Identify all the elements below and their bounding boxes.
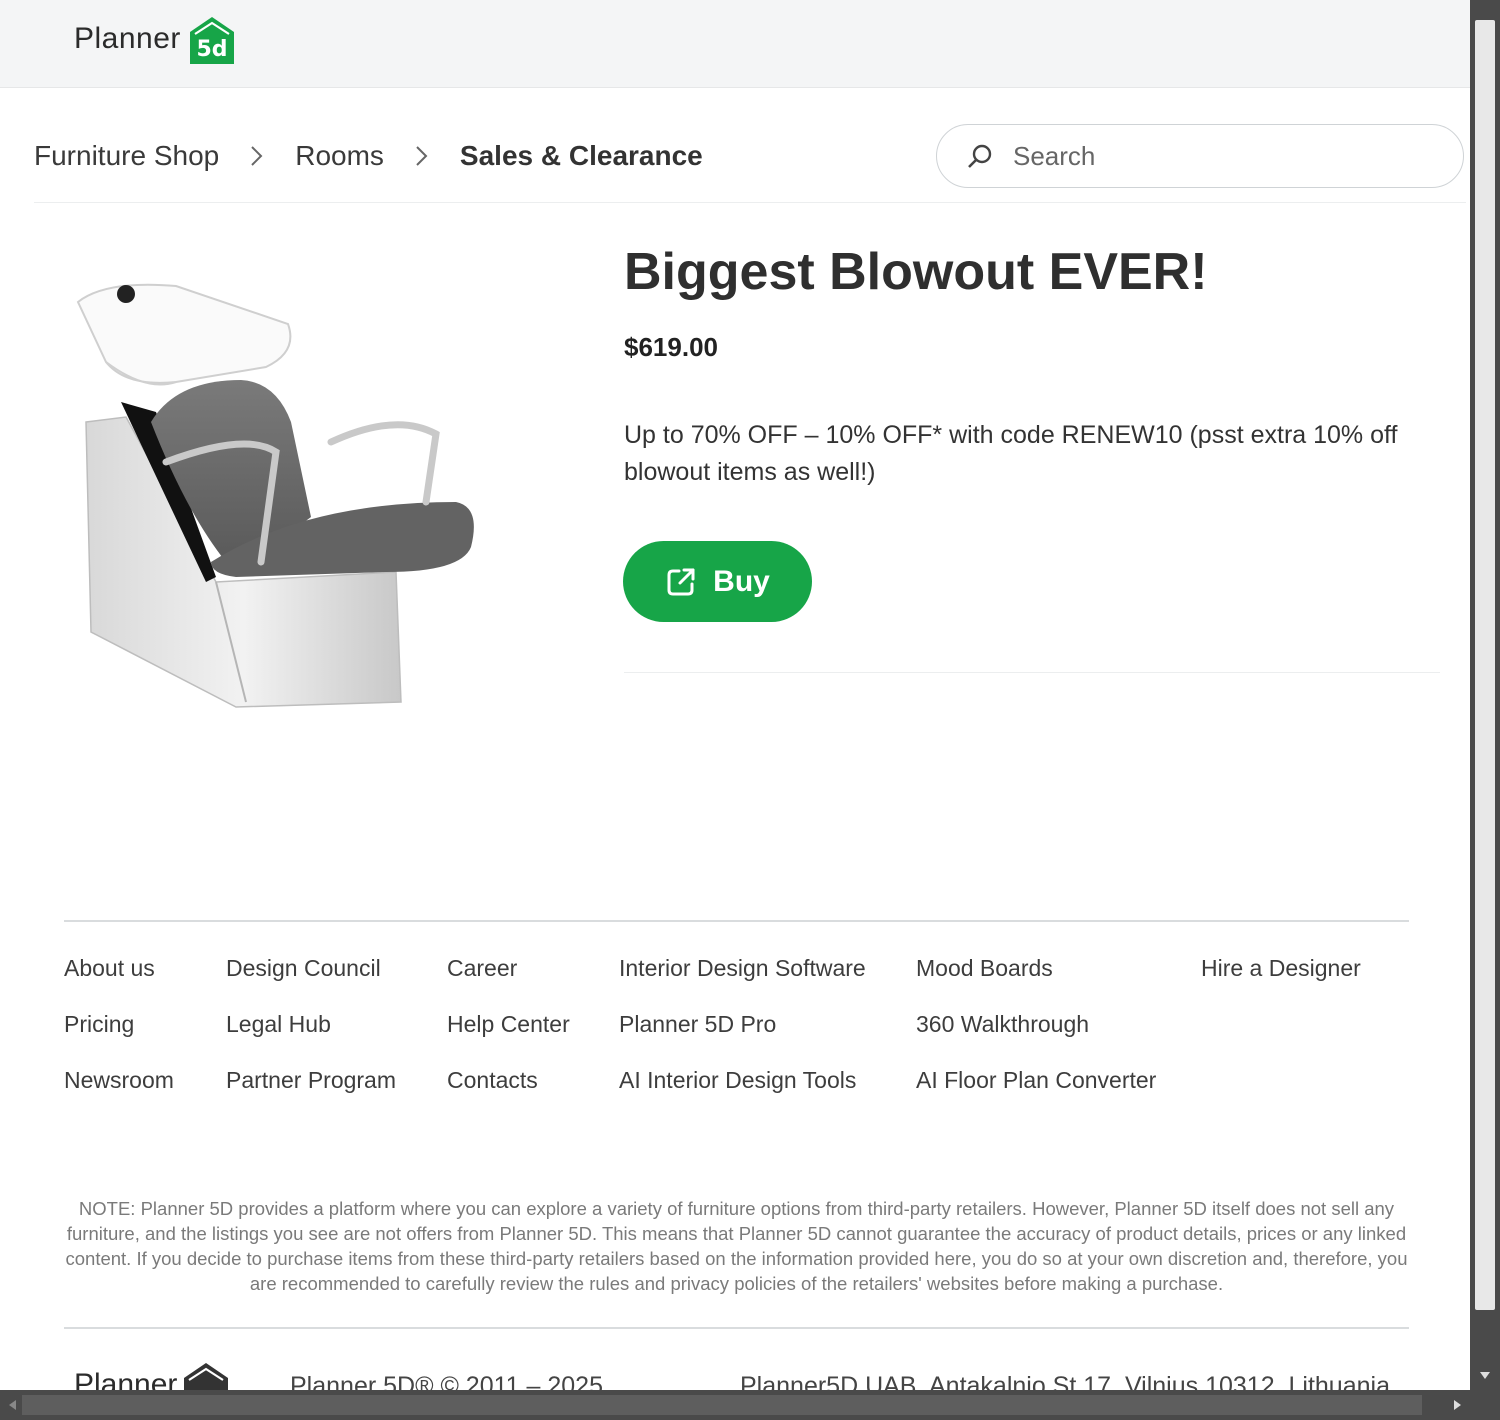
external-link-icon — [667, 568, 695, 595]
product-divider — [624, 672, 1440, 673]
scrollbar-corner — [1470, 1390, 1500, 1420]
footer-link-about-us[interactable]: About us — [64, 950, 174, 1006]
breadcrumb: Furniture Shop Rooms Sales & Clearance — [34, 140, 703, 172]
footer-link-career[interactable]: Career — [447, 950, 570, 1006]
breadcrumb-furniture-shop[interactable]: Furniture Shop — [34, 140, 219, 172]
scroll-right-arrow-icon[interactable] — [1450, 1398, 1464, 1412]
horizontal-scroll-thumb[interactable] — [22, 1395, 1422, 1415]
footer-link-hire-a-designer[interactable]: Hire a Designer — [1201, 950, 1361, 1006]
footer-column-tools: Mood Boards 360 Walkthrough AI Floor Pla… — [916, 950, 1156, 1118]
product-description: Up to 70% OFF – 10% OFF* with code RENEW… — [624, 421, 1398, 486]
company-address: Planner5D UAB, Antakalnio St 17, Vilnius… — [740, 1372, 1390, 1390]
scroll-down-arrow-icon[interactable] — [1478, 1368, 1492, 1382]
footer-column-services: Hire a Designer — [1201, 950, 1361, 1006]
product-price: $619.00 — [624, 332, 718, 362]
footer-link-planner-5d-pro[interactable]: Planner 5D Pro — [619, 1006, 866, 1062]
footer-column-software: Interior Design Software Planner 5D Pro … — [619, 950, 866, 1118]
footer-link-360-walkthrough[interactable]: 360 Walkthrough — [916, 1006, 1156, 1062]
footer-link-interior-design-software[interactable]: Interior Design Software — [619, 950, 866, 1006]
top-header: Planner 5d — [0, 0, 1470, 88]
footer-logo-text: Planner — [74, 1368, 178, 1390]
buy-button-label: Buy — [713, 564, 770, 598]
chevron-right-icon — [412, 146, 432, 166]
footer-link-design-council[interactable]: Design Council — [226, 950, 396, 1006]
footer-link-contacts[interactable]: Contacts — [447, 1062, 570, 1118]
footer-link-legal-hub[interactable]: Legal Hub — [226, 1006, 396, 1062]
breadcrumb-rooms[interactable]: Rooms — [295, 140, 384, 172]
vertical-scrollbar[interactable] — [1470, 0, 1500, 1390]
note-divider — [64, 1327, 1409, 1329]
product-title: Biggest Blowout EVER! — [624, 243, 1208, 301]
footer-column-support: Career Help Center Contacts — [447, 950, 570, 1118]
footer-link-pricing[interactable]: Pricing — [64, 1006, 174, 1062]
page-viewport: Planner 5d Furniture Shop Rooms Sales & … — [0, 0, 1470, 1390]
breadcrumb-divider — [34, 202, 1466, 203]
footer-logo-house-icon — [184, 1363, 229, 1390]
buy-button[interactable]: Buy — [623, 541, 812, 622]
breadcrumb-sales-clearance[interactable]: Sales & Clearance — [460, 140, 703, 172]
logo-badge-text: 5d — [196, 37, 227, 62]
chevron-right-icon — [247, 146, 267, 166]
search-box[interactable] — [936, 124, 1464, 188]
footer-divider — [64, 920, 1409, 922]
planner5d-logo[interactable]: Planner 5d — [74, 14, 237, 64]
footer-link-ai-floor-plan-converter[interactable]: AI Floor Plan Converter — [916, 1062, 1156, 1118]
footer-link-help-center[interactable]: Help Center — [447, 1006, 570, 1062]
footer-logo[interactable]: Planner — [74, 1360, 231, 1390]
footer-link-partner-program[interactable]: Partner Program — [226, 1062, 396, 1118]
vertical-scroll-thumb[interactable] — [1475, 20, 1495, 1310]
footer-link-ai-interior-design-tools[interactable]: AI Interior Design Tools — [619, 1062, 866, 1118]
footer-link-mood-boards[interactable]: Mood Boards — [916, 950, 1156, 1006]
salon-shampoo-chair-image — [76, 283, 474, 708]
scroll-left-arrow-icon[interactable] — [6, 1398, 20, 1412]
search-input[interactable] — [1011, 139, 1435, 173]
footer-column-legal: Design Council Legal Hub Partner Program — [226, 950, 396, 1118]
footer-link-newsroom[interactable]: Newsroom — [64, 1062, 174, 1118]
horizontal-scrollbar[interactable] — [0, 1390, 1470, 1420]
copyright-text: Planner 5D® © 2011 – 2025 — [290, 1372, 603, 1390]
logo-text: Planner — [74, 22, 181, 55]
footer-column-company: About us Pricing Newsroom — [64, 950, 174, 1118]
logo-house-icon: 5d — [189, 17, 234, 64]
search-icon — [968, 144, 992, 168]
disclaimer-note: NOTE: Planner 5D provides a platform whe… — [65, 1198, 1408, 1294]
